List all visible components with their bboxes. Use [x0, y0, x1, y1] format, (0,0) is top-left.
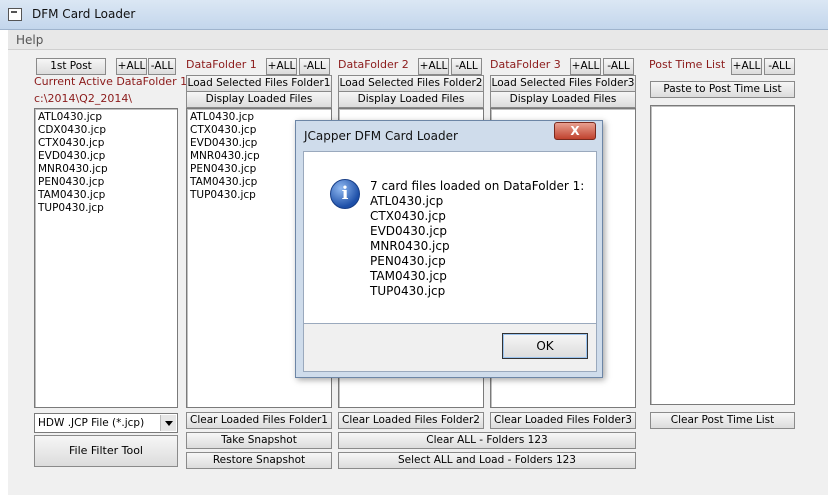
ok-button[interactable]: OK [502, 333, 588, 359]
folder1-remove-all-button[interactable]: -ALL [299, 58, 330, 75]
dialog-file-item: TAM0430.jcp [370, 269, 447, 283]
folder1-label: DataFolder 1 [186, 58, 257, 71]
list-item[interactable]: CDX0430.jcp [38, 124, 174, 137]
folder3-add-all-button[interactable]: +ALL [570, 58, 601, 75]
posttime-remove-all-button[interactable]: -ALL [764, 58, 795, 75]
info-icon: i [330, 179, 360, 209]
dialog-file-item: PEN0430.jcp [370, 254, 446, 268]
paste-post-time-button[interactable]: Paste to Post Time List [650, 81, 795, 98]
menu-help[interactable]: Help [16, 33, 43, 47]
folder1-display-button[interactable]: Display Loaded Files [186, 91, 332, 108]
folder2-label: DataFolder 2 [338, 58, 409, 71]
dialog-file-item: EVD0430.jcp [370, 224, 447, 238]
select-all-load-button[interactable]: Select ALL and Load - Folders 123 [338, 452, 636, 469]
file-filter-tool-button[interactable]: File Filter Tool [34, 435, 178, 467]
folder3-display-button[interactable]: Display Loaded Files [490, 91, 636, 108]
clear-all-folders-button[interactable]: Clear ALL - Folders 123 [338, 432, 636, 449]
window-title: DFM Card Loader [32, 7, 136, 21]
first-post-button[interactable]: 1st Post [36, 58, 106, 75]
folder3-remove-all-button[interactable]: -ALL [603, 58, 634, 75]
dialog-title: JCapper DFM Card Loader [304, 129, 458, 143]
clear-post-time-button[interactable]: Clear Post Time List [650, 412, 795, 429]
message-dialog: JCapper DFM Card Loader X i 7 card files… [295, 120, 603, 378]
folder1-clear-button[interactable]: Clear Loaded Files Folder1 [186, 412, 332, 429]
folder3-clear-button[interactable]: Clear Loaded Files Folder3 [490, 412, 636, 429]
dialog-footer: OK [303, 324, 597, 372]
post-time-label: Post Time List [649, 58, 726, 71]
folder2-display-button[interactable]: Display Loaded Files [338, 91, 484, 108]
folder1-add-all-button[interactable]: +ALL [266, 58, 297, 75]
folder2-clear-button[interactable]: Clear Loaded Files Folder2 [338, 412, 484, 429]
list-item[interactable]: TUP0430.jcp [38, 202, 174, 215]
restore-snapshot-button[interactable]: Restore Snapshot [186, 452, 332, 469]
list-item[interactable]: TAM0430.jcp [38, 189, 174, 202]
folder3-label: DataFolder 3 [490, 58, 561, 71]
app-icon [8, 8, 22, 21]
current-folder-path: c:\2014\Q2_2014\ [34, 92, 133, 105]
col0-add-all-button[interactable]: +ALL [116, 58, 147, 75]
dialog-file-item: MNR0430.jcp [370, 239, 450, 253]
folder3-load-button[interactable]: Load Selected Files Folder3 [490, 75, 636, 92]
posttime-add-all-button[interactable]: +ALL [731, 58, 762, 75]
list-item[interactable]: CTX0430.jcp [38, 137, 174, 150]
dialog-body: i 7 card files loaded on DataFolder 1: A… [303, 151, 597, 324]
take-snapshot-button[interactable]: Take Snapshot [186, 432, 332, 449]
menu-bar: Help [8, 30, 828, 50]
folder2-load-button[interactable]: Load Selected Files Folder2 [338, 75, 484, 92]
current-folder-label: Current Active DataFolder 1 [34, 75, 188, 88]
file-filter-value: HDW .JCP File (*.jcp) [38, 417, 145, 429]
col0-remove-all-button[interactable]: -ALL [148, 58, 176, 75]
dialog-file-item: CTX0430.jcp [370, 209, 446, 223]
list-item[interactable]: MNR0430.jcp [38, 163, 174, 176]
list-item[interactable]: EVD0430.jcp [38, 150, 174, 163]
list-item[interactable]: ATL0430.jcp [38, 111, 174, 124]
dialog-file-item: ATL0430.jcp [370, 194, 444, 208]
dialog-message-text: 7 card files loaded on DataFolder 1: [370, 179, 585, 193]
list-item[interactable]: PEN0430.jcp [38, 176, 174, 189]
folder2-add-all-button[interactable]: +ALL [418, 58, 449, 75]
chevron-down-icon[interactable] [160, 415, 176, 431]
title-bar: DFM Card Loader [0, 0, 828, 30]
folder2-remove-all-button[interactable]: -ALL [451, 58, 482, 75]
current-files-list[interactable]: ATL0430.jcp CDX0430.jcp CTX0430.jcp EVD0430… [34, 108, 178, 408]
file-filter-select[interactable]: HDW .JCP File (*.jcp) [34, 413, 178, 433]
close-icon[interactable]: X [554, 122, 596, 140]
post-time-list[interactable] [650, 105, 795, 405]
folder1-load-button[interactable]: Load Selected Files Folder1 [186, 75, 332, 92]
dialog-file-item: TUP0430.jcp [370, 284, 446, 298]
